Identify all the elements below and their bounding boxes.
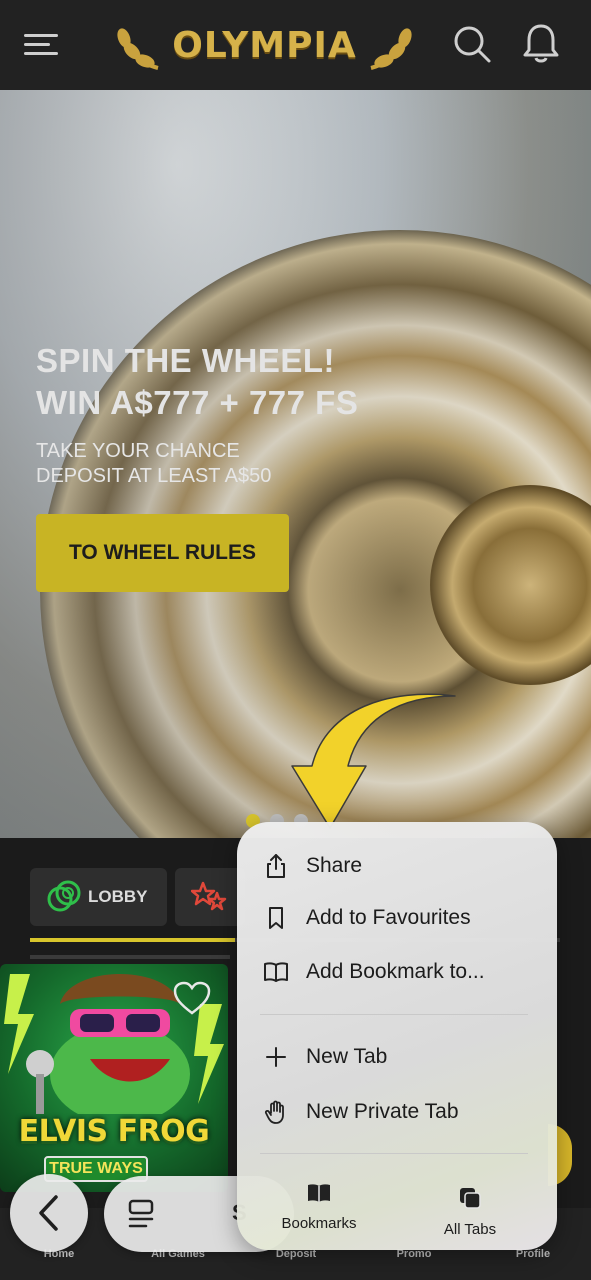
open-book-icon [264,962,288,982]
chips-icon [47,880,81,912]
laurel-icon [370,28,412,70]
browser-back-button[interactable] [10,1174,88,1252]
hero-title: SPIN THE WHEEL! WIN A$777 + 777 FS [36,340,456,424]
tabs-icon [460,1188,481,1209]
bookmark-icon [269,907,283,929]
browser-context-menu: Share Add to Favourites Add Bookmark to.… [237,822,557,1250]
tab-lobby-label: LOBBY [88,887,148,906]
tab-lobby[interactable]: LOBBY [30,868,167,926]
brand-logo[interactable]: OLYMPIA [112,14,417,76]
all-tabs-label: All Tabs [443,1221,497,1238]
section-divider [30,955,230,959]
menu-item-new-tab[interactable]: New Tab [237,1033,557,1081]
hero-title-line2: WIN A$777 + 777 FS [36,384,359,421]
hero-banner: SPIN THE WHEEL! WIN A$777 + 777 FS TAKE … [0,90,591,838]
menu-label: Share [306,854,363,877]
tab-next-category[interactable] [175,868,245,926]
wheel-rules-button[interactable]: TO WHEEL RULES [36,514,289,592]
chevron-left-icon [39,1195,58,1231]
share-icon [267,854,285,878]
menu-divider [260,1014,528,1015]
all-tabs-button[interactable]: All Tabs [433,1186,507,1242]
top-header: OLYMPIA [0,0,591,90]
menu-divider [260,1153,528,1154]
bookmarks-label: Bookmarks [281,1215,357,1232]
stars-icon [191,881,227,911]
active-tab-indicator [30,938,235,942]
menu-item-share[interactable]: Share [237,842,557,890]
menu-label: Add to Favourites [306,906,471,929]
menu-label: Add Bookmark to... [306,960,485,983]
page-menu-icon[interactable] [126,1198,156,1230]
hand-icon [264,1100,284,1124]
hamburger-menu-icon[interactable] [24,30,60,58]
menu-item-new-private-tab[interactable]: New Private Tab [237,1088,557,1136]
search-icon[interactable] [452,24,492,64]
menu-label: New Tab [306,1045,388,1068]
hero-subtitle-line2: DEPOSIT AT LEAST A$50 [36,465,272,487]
hero-subtitle: TAKE YOUR CHANCE DEPOSIT AT LEAST A$50 [36,439,396,489]
bookmarks-button[interactable]: Bookmarks [267,1182,371,1238]
menu-item-add-bookmark[interactable]: Add Bookmark to... [237,948,557,996]
plus-icon [266,1047,286,1067]
logo-text: OLYMPIA [172,24,357,66]
hero-title-line1: SPIN THE WHEEL! [36,342,336,379]
bell-icon[interactable] [522,22,560,64]
menu-label: New Private Tab [306,1100,459,1123]
menu-item-add-to-favourites[interactable]: Add to Favourites [237,894,557,942]
hero-subtitle-line1: TAKE YOUR CHANCE [36,440,240,462]
open-book-filled-icon [308,1184,330,1202]
game-title: ELVIS FROG [18,1114,210,1149]
laurel-icon [117,28,159,70]
heart-icon[interactable] [172,980,212,1016]
